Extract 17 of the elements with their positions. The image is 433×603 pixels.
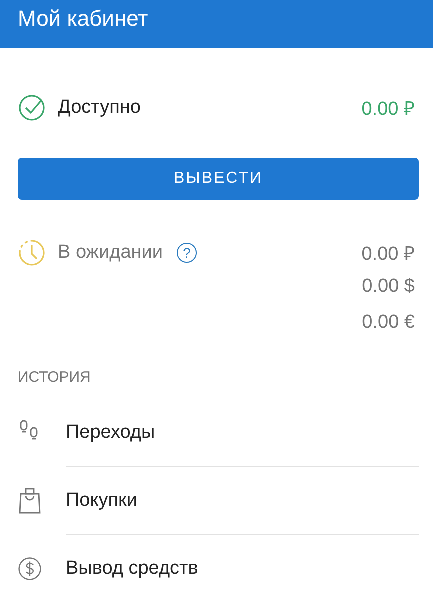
history-item[interactable]: Покупки <box>66 490 138 512</box>
pending-amount: 0.00 € <box>362 312 415 334</box>
history-item[interactable]: Переходы <box>66 422 156 444</box>
pending-amount: 0.00 ₽ <box>362 243 415 266</box>
check-circle-icon <box>18 94 46 122</box>
pending-amount: 0.00 $ <box>362 276 415 298</box>
page-title: Мой кабинет <box>18 6 148 32</box>
available-label: Доступно <box>58 97 141 119</box>
clock-icon <box>18 239 46 267</box>
withdraw-button[interactable]: ВЫВЕСТИ <box>18 158 419 200</box>
help-button[interactable]: ? <box>177 243 198 263</box>
history-item[interactable]: Вывод средств <box>66 558 198 580</box>
available-amount: 0.00 ₽ <box>362 98 415 121</box>
dollar-coin-icon <box>18 555 42 583</box>
pending-label: В ожидании <box>58 242 164 264</box>
section-title: ИСТОРИЯ <box>17 369 92 386</box>
shopping-bag-icon <box>18 487 42 515</box>
